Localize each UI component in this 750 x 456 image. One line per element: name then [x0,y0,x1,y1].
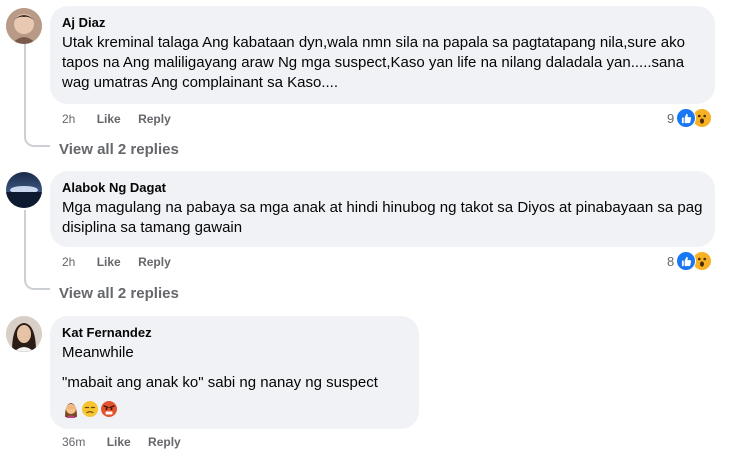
comment-actions: 2h Like Reply [62,111,185,127]
like-button[interactable]: Like [97,255,121,269]
comment-author[interactable]: Aj Diaz [62,14,703,31]
avatar[interactable] [6,8,42,44]
comment-actions: 2h Like Reply [62,254,185,270]
angry-face-emoji [101,401,117,417]
comment-bubble: Alabok Ng Dagat Mga magulang na pabaya s… [50,171,715,247]
reaction-count: 9 [667,110,675,126]
comment-author[interactable]: Kat Fernandez [62,324,407,341]
comment-text-line-1: Meanwhile [62,344,134,361]
comment-timestamp[interactable]: 36m [62,435,85,449]
comment-bubble: Kat Fernandez Meanwhile "mabait ang anak… [50,316,419,429]
reaction-summary[interactable]: 9 [667,108,713,128]
reply-button[interactable]: Reply [148,435,181,449]
like-button[interactable]: Like [97,112,121,126]
reply-thread-line [24,44,50,147]
reply-button[interactable]: Reply [138,255,171,269]
comment-author[interactable]: Alabok Ng Dagat [62,179,703,196]
view-replies-link[interactable]: View all 2 replies [59,140,179,160]
avatar[interactable] [6,316,42,352]
comment-timestamp[interactable]: 2h [62,255,75,269]
woman-facepalming-emoji [65,403,77,418]
reaction-summary[interactable]: 8 [667,251,713,271]
comment-text: Utak kreminal talaga Ang kabataan dyn,wa… [62,34,690,91]
view-replies-link[interactable]: View all 2 replies [59,284,179,304]
comment-text: Mga magulang na pabaya sa mga anak at hi… [62,199,707,236]
comment-text-line-2: "mabait ang anak ko" sabi ng nanay ng su… [62,374,378,391]
reply-thread-line [24,210,50,290]
comment-timestamp[interactable]: 2h [62,112,75,126]
reaction-count: 8 [667,253,675,269]
emoji-row [62,399,407,419]
unamused-face-emoji [82,401,98,417]
comment-actions: 36m Like Reply [62,434,195,450]
reply-button[interactable]: Reply [138,112,171,126]
like-button[interactable]: Like [107,435,131,449]
avatar[interactable] [6,172,42,208]
comment-bubble: Aj Diaz Utak kreminal talaga Ang kabataa… [50,6,715,104]
